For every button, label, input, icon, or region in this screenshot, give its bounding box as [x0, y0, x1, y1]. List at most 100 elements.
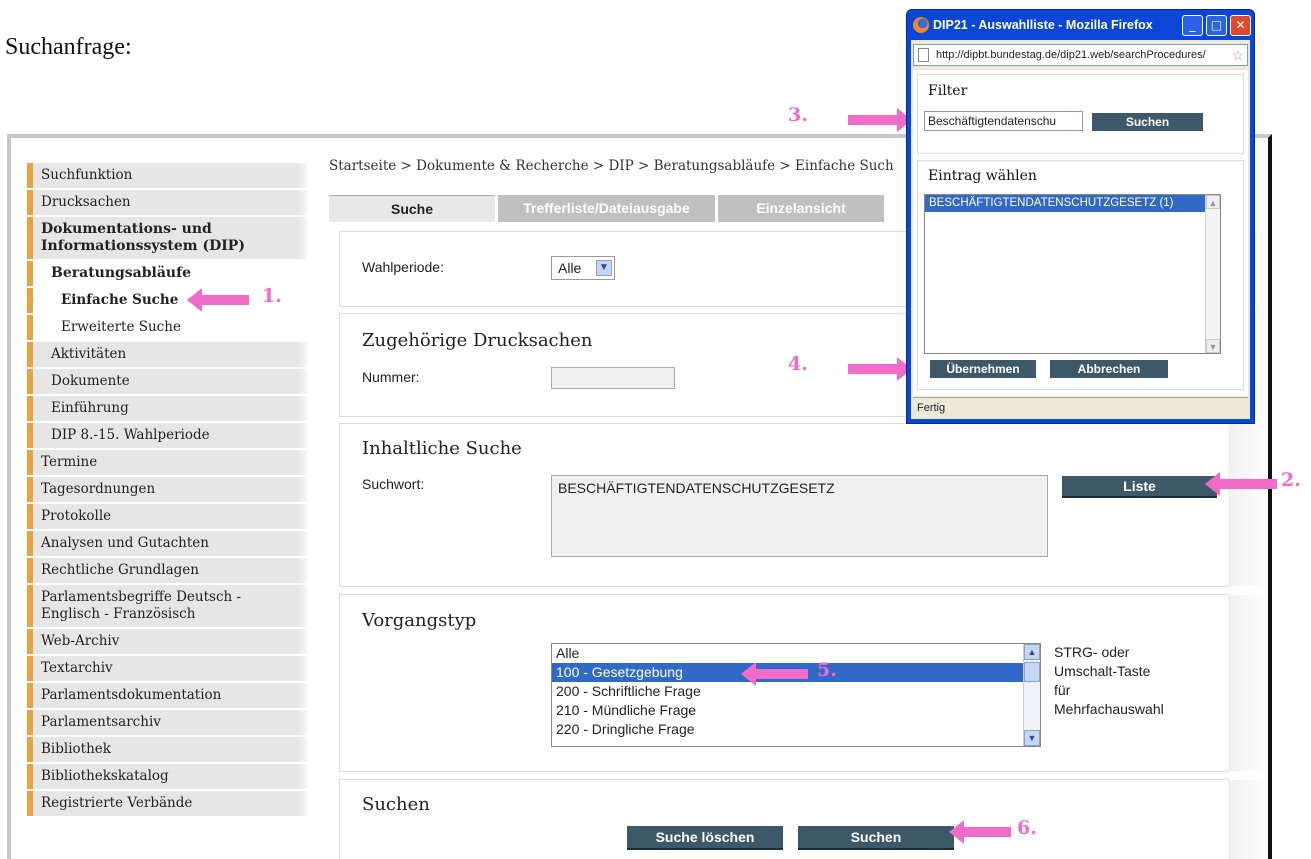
scroll-thumb[interactable] [1024, 662, 1040, 682]
panel-inhaltliche-suche: Inhaltliche Suche Suchwort: BESCHÄFTIGTE… [339, 423, 1268, 587]
annotation-arrow-6 [949, 820, 1011, 844]
suchen-title: Suchen [362, 794, 430, 815]
sidebar-item-dokumente[interactable]: Dokumente [27, 369, 307, 394]
nummer-label: Nummer: [362, 369, 420, 385]
caption: Suchanfrage: [5, 34, 132, 60]
inhaltliche-suche-title: Inhaltliche Suche [362, 438, 522, 459]
scroll-up-icon[interactable]: ▲ [1024, 644, 1040, 660]
sidebar-item-einfuehrung[interactable]: Einführung [27, 396, 307, 421]
list-item[interactable]: 220 - Dringliche Frage [552, 720, 1040, 739]
sidebar-item-aktivitaeten[interactable]: Aktivitäten [27, 342, 307, 367]
hint-line: für [1054, 682, 1071, 698]
hint-line: Umschalt-Taste [1054, 663, 1151, 679]
abbrechen-button[interactable]: Abbrechen [1050, 360, 1168, 378]
sidebar-item-erweiterte-suche[interactable]: Erweiterte Suche [27, 315, 307, 340]
entry-scrollbar[interactable]: ▲ ▼ [1205, 195, 1220, 353]
chevron-down-icon: ▼ [596, 260, 612, 276]
sidebar-item-parlamentsarchiv[interactable]: Parlamentsarchiv [27, 710, 307, 735]
suchwort-input[interactable]: BESCHÄFTIGTENDATENSCHUTZGESETZ [551, 475, 1048, 557]
drucksachen-title: Zugehörige Drucksachen [362, 330, 593, 351]
sidebar-item-dip-8-15[interactable]: DIP 8.-15. Wahlperiode [27, 423, 307, 448]
filter-section: Filter Beschäftigtendatenschu Suchen [917, 74, 1244, 154]
popup-body: http://dipbt.bundestag.de/dip21.web/sear… [911, 40, 1250, 419]
tab-trefferliste[interactable]: Trefferliste/Dateiausgabe [498, 195, 715, 222]
filter-input[interactable]: Beschäftigtendatenschu [924, 111, 1083, 131]
listbox-scrollbar[interactable]: ▲ ▼ [1023, 644, 1040, 746]
annotation-arrow-1 [187, 288, 249, 312]
suchwort-label: Suchwort: [362, 476, 425, 492]
mehrfachauswahl-hint: STRG- oder Umschalt-Taste für Mehrfachau… [1054, 643, 1164, 719]
wahlperiode-label: Wahlperiode: [362, 259, 444, 275]
sidebar-item-bibliothek[interactable]: Bibliothek [27, 737, 307, 762]
tab-bar: Suche Trefferliste/Dateiausgabe Einzelan… [329, 195, 884, 222]
filter-suchen-button[interactable]: Suchen [1092, 113, 1203, 131]
annotation-number-3: 3. [788, 104, 808, 126]
list-item[interactable]: Alle [552, 644, 1040, 663]
status-bar: Fertig [913, 397, 1248, 417]
sidebar-item-web-archiv[interactable]: Web-Archiv [27, 629, 307, 654]
popup-window: DIP21 - Auswahlliste - Mozilla Firefox _… [906, 9, 1255, 424]
sidebar-item-textarchiv[interactable]: Textarchiv [27, 656, 307, 681]
close-icon[interactable]: ✕ [1230, 15, 1251, 36]
annotation-number-2: 2. [1281, 469, 1301, 491]
suchen-button[interactable]: Suchen [798, 826, 954, 850]
url-bar[interactable]: http://dipbt.bundestag.de/dip21.web/sear… [913, 44, 1248, 66]
suche-loeschen-button[interactable]: Suche löschen [627, 826, 783, 850]
panel-vorgangstyp: Vorgangstyp Alle 100 - Gesetzgebung 200 … [339, 594, 1268, 772]
sidebar-item-drucksachen[interactable]: Drucksachen [27, 190, 307, 215]
popup-content: Filter Beschäftigtendatenschu Suchen Ein… [913, 70, 1248, 396]
page-icon [918, 48, 929, 62]
scroll-down-icon[interactable]: ▼ [1024, 730, 1040, 746]
minimize-icon[interactable]: _ [1182, 15, 1203, 36]
annotation-arrow-5 [741, 662, 808, 686]
liste-button[interactable]: Liste [1062, 476, 1217, 498]
sidebar-item-parlamentsbegriffe[interactable]: Parlamentsbegriffe Deutsch - Englisch - … [27, 585, 307, 627]
sidebar-item-termine[interactable]: Termine [27, 450, 307, 475]
star-icon[interactable]: ☆ [1231, 45, 1244, 65]
sidebar-item-tagesordnungen[interactable]: Tagesordnungen [27, 477, 307, 502]
sidebar-item-parlamentsdokumentation[interactable]: Parlamentsdokumentation [27, 683, 307, 708]
entry-label: Eintrag wählen [928, 168, 1037, 184]
scroll-up-icon[interactable]: ▲ [1206, 195, 1220, 209]
scroll-down-icon[interactable]: ▼ [1206, 339, 1220, 353]
sidebar-item-bibliothekskatalog[interactable]: Bibliothekskatalog [27, 764, 307, 789]
annotation-arrow-4 [848, 357, 912, 381]
list-item[interactable]: 210 - Mündliche Frage [552, 701, 1040, 720]
sidebar-item-registrierte-verbaende[interactable]: Registrierte Verbände [27, 791, 307, 816]
annotation-arrow-3 [848, 108, 912, 132]
sidebar-item-einfache-suche[interactable]: Einfache Suche [27, 288, 307, 313]
breadcrumb: Startseite > Dokumente & Recherche > DIP… [329, 158, 894, 174]
annotation-number-4: 4. [788, 353, 808, 375]
tab-suche[interactable]: Suche [329, 195, 495, 222]
wahlperiode-value: Alle [558, 260, 582, 276]
hint-line: Mehrfachauswahl [1054, 701, 1164, 717]
sidebar-nav: Suchfunktion Drucksachen Dokumentations-… [27, 163, 307, 818]
hint-line: STRG- oder [1054, 644, 1130, 660]
popup-window-title: DIP21 - Auswahlliste - Mozilla Firefox [933, 18, 1153, 32]
sidebar-item-dip[interactable]: Dokumentations- und Informationssystem (… [27, 217, 307, 259]
annotation-number-6: 6. [1017, 817, 1037, 839]
list-item[interactable]: 200 - Schriftliche Frage [552, 682, 1040, 701]
annotation-number-5: 5. [817, 659, 837, 681]
wahlperiode-select[interactable]: Alle ▼ [551, 256, 615, 280]
sidebar-item-analysen[interactable]: Analysen und Gutachten [27, 531, 307, 556]
annotation-arrow-2 [1205, 472, 1277, 496]
url-text: http://dipbt.bundestag.de/dip21.web/sear… [936, 49, 1206, 61]
sidebar-item-rechtliche-grundlagen[interactable]: Rechtliche Grundlagen [27, 558, 307, 583]
tab-einzelansicht[interactable]: Einzelansicht [718, 195, 884, 222]
nummer-input[interactable] [551, 367, 675, 389]
sidebar-item-beratungsablaeufe[interactable]: Beratungsabläufe [27, 261, 307, 286]
filter-label: Filter [928, 83, 968, 99]
maximize-icon[interactable]: □ [1206, 15, 1227, 36]
firefox-icon [913, 17, 929, 33]
sidebar-item-protokolle[interactable]: Protokolle [27, 504, 307, 529]
vorgangstyp-title: Vorgangstyp [362, 610, 477, 631]
annotation-number-1: 1. [262, 285, 282, 307]
vorgangstyp-listbox[interactable]: Alle 100 - Gesetzgebung 200 - Schriftlic… [551, 643, 1041, 747]
uebernehmen-button[interactable]: Übernehmen [930, 360, 1036, 378]
entry-list-item[interactable]: BESCHÄFTIGTENDATENSCHUTZGESETZ (1) [925, 195, 1220, 212]
panel-suchen: Suchen Suche löschen Suchen [339, 779, 1268, 859]
entry-listbox[interactable]: BESCHÄFTIGTENDATENSCHUTZGESETZ (1) ▲ ▼ [924, 194, 1221, 354]
sidebar-item-suchfunktion[interactable]: Suchfunktion [27, 163, 307, 188]
entry-section: Eintrag wählen BESCHÄFTIGTENDATENSCHUTZG… [917, 160, 1244, 390]
